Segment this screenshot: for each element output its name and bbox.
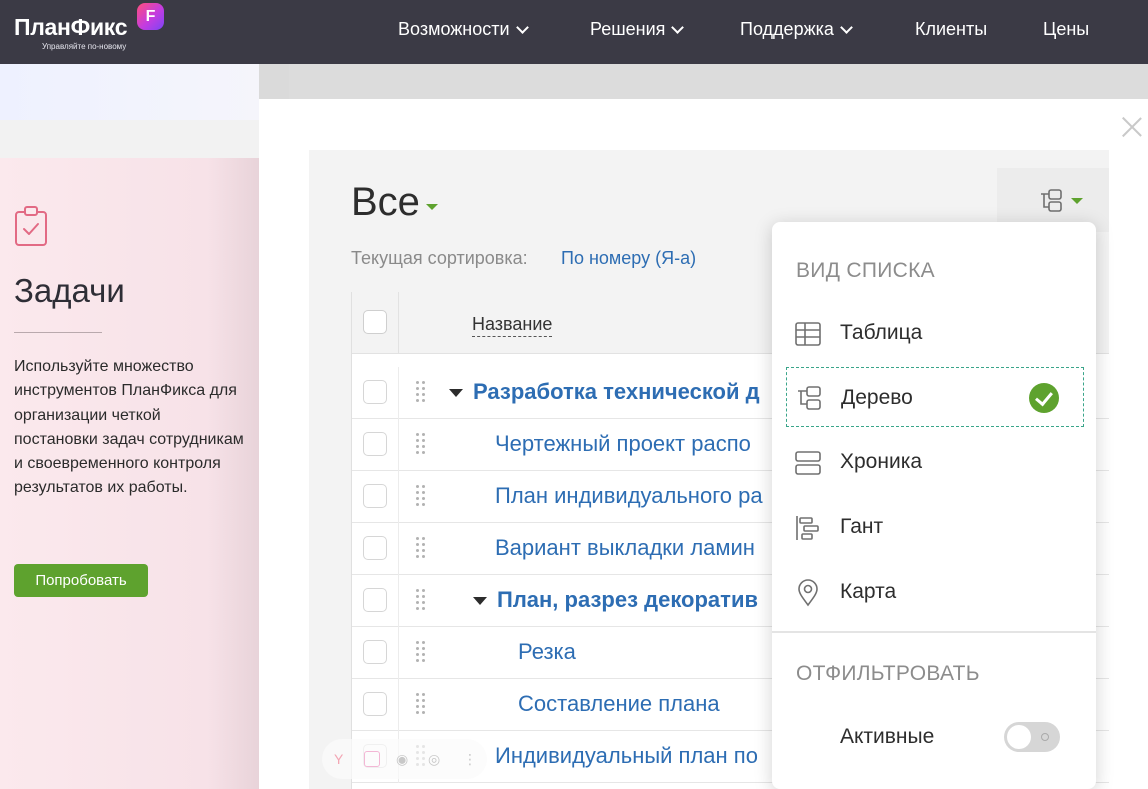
eye-icon[interactable]: ◉ — [396, 751, 408, 768]
row-checkbox[interactable] — [363, 640, 387, 664]
menu-divider — [772, 631, 1096, 633]
section-title-filter: ОТФИЛЬТРОВАТЬ — [796, 662, 980, 685]
chevron-down-icon — [671, 20, 685, 34]
expand-triangle-icon[interactable] — [473, 597, 487, 605]
column-divider — [398, 367, 399, 419]
drag-handle-icon[interactable] — [416, 433, 430, 455]
nav-label: Поддержка — [740, 19, 834, 39]
view-dropdown: ВИД СПИСКА Таблица Дерево Хроника Гант К… — [772, 222, 1096, 789]
filter-active-label: Активные — [840, 725, 935, 748]
nav-label: Возможности — [398, 19, 510, 39]
column-header-name[interactable]: Название — [472, 314, 553, 337]
column-divider — [398, 419, 399, 471]
promo-divider — [14, 332, 102, 333]
column-divider — [398, 471, 399, 523]
view-option-label: Таблица — [840, 321, 923, 344]
column-divider — [398, 523, 399, 575]
background-gap — [0, 120, 259, 158]
tree-icon — [798, 386, 821, 410]
check-circle-icon — [1029, 383, 1059, 413]
gantt-icon — [796, 516, 819, 540]
view-option-label: Хроника — [840, 450, 923, 473]
nav-item-solutions[interactable]: Решения — [590, 19, 685, 40]
clipboard-check-icon — [15, 206, 47, 246]
camera-icon[interactable]: ◎ — [428, 751, 440, 768]
filter-title[interactable]: Все — [351, 180, 420, 225]
nav-item-prices[interactable]: Цены — [1043, 19, 1089, 40]
view-option-label: Дерево — [841, 386, 913, 409]
select-all-checkbox[interactable] — [363, 310, 387, 334]
promo-title: Задачи — [14, 272, 125, 309]
task-title-link[interactable]: План индивидуального ра — [495, 483, 763, 509]
toggle-knob — [1007, 725, 1031, 749]
drag-handle-icon[interactable] — [416, 589, 430, 611]
toggle-off-icon — [1041, 733, 1049, 741]
nav-item-support[interactable]: Поддержка — [740, 19, 853, 40]
sort-label: Текущая сортировка: — [351, 248, 528, 268]
nav-label: Решения — [590, 19, 666, 39]
nav-label: Цены — [1043, 19, 1090, 39]
tree-view-icon[interactable] — [1039, 188, 1063, 214]
view-option-label: Карта — [840, 580, 897, 603]
task-title-link[interactable]: Чертежный проект распо — [495, 431, 751, 457]
expand-triangle-icon[interactable] — [449, 389, 463, 397]
row-checkbox[interactable] — [363, 484, 387, 508]
background-banner — [0, 64, 259, 120]
view-option-gantt[interactable]: Гант — [772, 500, 1096, 556]
promo-description: Используйте множество инструментов ПланФ… — [14, 358, 244, 497]
drag-handle-icon[interactable] — [416, 537, 430, 559]
chronicle-icon — [795, 451, 821, 475]
column-divider — [398, 627, 399, 679]
chevron-down-icon — [840, 20, 853, 34]
chevron-down-icon — [515, 20, 529, 34]
sort-value-link[interactable]: По номеру (Я-а) — [561, 248, 696, 269]
try-button[interactable]: Попробовать — [14, 564, 148, 597]
top-navbar: ПланФикс F Управляйте по-новому Возможно… — [0, 0, 1148, 64]
nav-label: Клиенты — [915, 19, 988, 39]
drag-handle-icon[interactable] — [416, 693, 430, 715]
background-strip — [259, 64, 289, 99]
nav-item-features[interactable]: Возможности — [398, 19, 529, 40]
view-option-map[interactable]: Карта — [772, 565, 1096, 621]
section-title-view: ВИД СПИСКА — [796, 259, 935, 282]
filter-funnel-icon[interactable]: Y — [334, 751, 343, 767]
close-icon[interactable] — [1121, 116, 1143, 138]
text-box-icon[interactable] — [364, 751, 380, 767]
logo-tagline: Управляйте по-новому — [42, 42, 127, 51]
column-divider — [398, 292, 399, 354]
drag-handle-icon[interactable] — [416, 381, 430, 403]
logo-badge-icon: F — [137, 3, 164, 30]
task-title-link[interactable]: Вариант выкладки ламин — [495, 535, 755, 561]
view-option-table[interactable]: Таблица — [772, 306, 1096, 362]
row-checkbox[interactable] — [363, 588, 387, 612]
drag-handle-icon[interactable] — [416, 485, 430, 507]
table-icon — [795, 322, 821, 346]
logo[interactable]: ПланФикс — [14, 14, 128, 41]
caret-down-icon[interactable] — [1071, 198, 1083, 204]
task-title-link[interactable]: Разработка технической д — [473, 379, 760, 405]
column-divider — [398, 575, 399, 627]
view-option-label: Гант — [840, 515, 884, 538]
nav-item-clients[interactable]: Клиенты — [915, 19, 987, 40]
more-vertical-icon[interactable]: ⋮ — [463, 751, 477, 768]
row-checkbox[interactable] — [363, 432, 387, 456]
drag-handle-icon[interactable] — [416, 641, 430, 663]
task-title-link[interactable]: Индивидуальный план по — [495, 743, 758, 769]
row-checkbox[interactable] — [363, 380, 387, 404]
row-checkbox[interactable] — [363, 536, 387, 560]
task-title-link[interactable]: План, разрез декоратив — [497, 587, 758, 613]
view-option-tree[interactable]: Дерево — [786, 367, 1084, 427]
task-title-link[interactable]: Резка — [518, 639, 576, 665]
active-filter-toggle[interactable] — [1004, 722, 1060, 752]
caret-down-icon[interactable] — [426, 204, 438, 210]
column-divider — [398, 679, 399, 731]
task-title-link[interactable]: Составление плана — [518, 691, 720, 717]
map-pin-icon — [798, 579, 818, 607]
row-checkbox[interactable] — [363, 692, 387, 716]
view-option-chronicle[interactable]: Хроника — [772, 435, 1096, 491]
